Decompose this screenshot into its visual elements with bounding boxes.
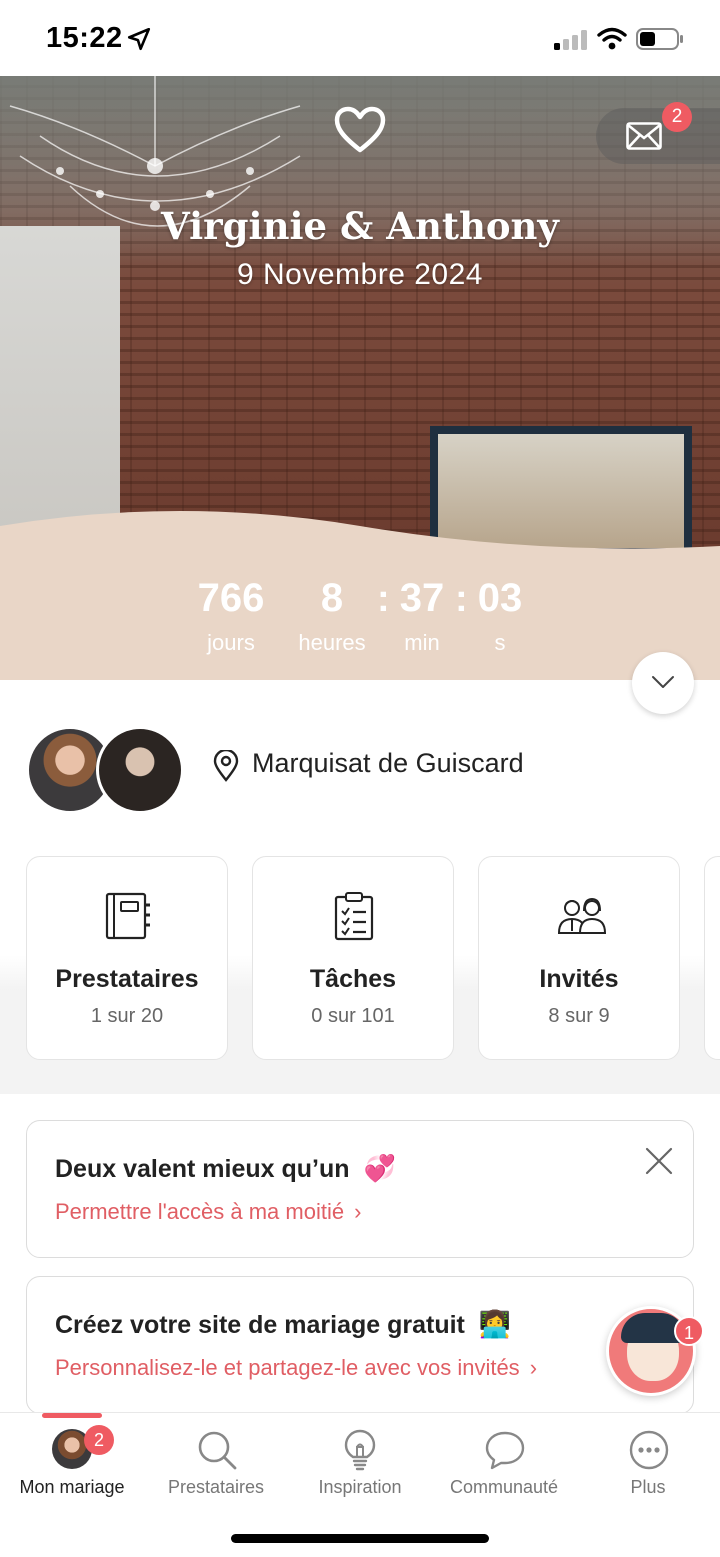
status-time: 15:22	[46, 22, 123, 54]
hero-banner: 2 Virginie & Anthony 9 Novembre 2024 766…	[0, 76, 720, 680]
tab-mon-mariage[interactable]: 2 Mon mariage	[0, 1413, 144, 1513]
tab-label: Mon mariage	[19, 1477, 125, 1497]
location-arrow-icon	[127, 27, 151, 51]
battery-icon	[636, 28, 683, 50]
expand-hero-button[interactable]	[632, 652, 694, 714]
stat-title: Prestataires	[55, 965, 199, 993]
tab-badge: 2	[84, 1425, 114, 1455]
stat-title: Invités	[539, 965, 619, 993]
tab-plus[interactable]: Plus	[576, 1413, 720, 1513]
chevron-down-icon	[652, 676, 674, 688]
heart-logo-icon	[334, 106, 386, 153]
wedding-date: 9 Novembre 2024	[237, 258, 483, 291]
guests-icon	[557, 897, 607, 934]
assistant-badge: 1	[674, 1316, 704, 1346]
tab-label: Plus	[630, 1477, 666, 1497]
countdown: 766 jours 8 heures : 37 min : 03 s	[0, 576, 720, 666]
partner-access-link[interactable]: Permettre l'accès à ma moitié ›	[55, 1199, 361, 1225]
wifi-icon	[597, 27, 627, 50]
mail-icon	[626, 122, 662, 150]
countdown-seconds: 03	[477, 576, 523, 620]
tab-inspiration[interactable]: Inspiration	[288, 1413, 432, 1513]
promo-title: Deux valent mieux qu’un 💞	[55, 1153, 396, 1184]
tab-label: Inspiration	[318, 1477, 402, 1497]
chevron-right-icon: ›	[354, 1199, 362, 1224]
stat-subtitle: 8 sur 9	[548, 1005, 610, 1027]
checklist-icon	[334, 892, 374, 941]
active-tab-indicator	[42, 1413, 102, 1418]
messages-button[interactable]: 2	[596, 102, 720, 164]
promo-link-text: Personnalisez-le et partagez-le avec vos…	[55, 1355, 520, 1380]
more-icon	[629, 1430, 669, 1470]
chevron-right-icon: ›	[529, 1355, 538, 1380]
location-pin-icon	[213, 750, 239, 782]
lightbulb-icon	[344, 1429, 376, 1471]
tab-communaute[interactable]: Communauté	[432, 1413, 576, 1513]
countdown-hours-label: heures	[298, 630, 366, 655]
countdown-days-label: jours	[207, 630, 255, 655]
countdown-seconds-label: s	[494, 630, 506, 655]
woman-laptop-emoji-icon: 👩‍💻	[478, 1309, 512, 1339]
tab-label: Communauté	[449, 1477, 559, 1497]
notebook-icon	[105, 892, 150, 940]
chat-bubble-icon	[485, 1431, 525, 1470]
stat-card-prestataires[interactable]: Prestataires 1 sur 20	[26, 856, 228, 1060]
cellular-signal-icon	[554, 30, 587, 50]
search-icon	[198, 1431, 237, 1470]
couple-names: Virginie & Anthony	[161, 204, 559, 248]
couple-avatars[interactable]	[26, 726, 186, 816]
venue-name[interactable]: Marquisat de Guiscard	[252, 748, 524, 779]
messages-badge: 2	[662, 102, 692, 132]
countdown-hours: 8	[320, 576, 344, 620]
countdown-days: 766	[197, 576, 265, 620]
promo-link-text: Permettre l'accès à ma moitié	[55, 1199, 345, 1224]
tab-label: Prestataires	[167, 1477, 265, 1497]
stat-card-invites[interactable]: Invités 8 sur 9	[478, 856, 680, 1060]
wedding-website-link[interactable]: Personnalisez-le et partagez-le avec vos…	[55, 1355, 537, 1381]
promo-title-text: Créez votre site de mariage gratuit	[55, 1311, 465, 1339]
promo-card-partner-access[interactable]: Deux valent mieux qu’un 💞 Permettre l'acc…	[26, 1120, 694, 1258]
status-bar: 15:22	[0, 0, 720, 76]
stat-subtitle: 1 sur 20	[90, 1005, 164, 1027]
home-indicator	[231, 1534, 489, 1543]
stat-subtitle: 0 sur 101	[311, 1005, 395, 1027]
close-icon[interactable]	[645, 1147, 673, 1175]
promo-title-text: Deux valent mieux qu’un	[55, 1155, 350, 1183]
promo-card-wedding-website[interactable]: Créez votre site de mariage gratuit 👩‍💻 P…	[26, 1276, 694, 1414]
promo-title: Créez votre site de mariage gratuit 👩‍💻	[55, 1309, 511, 1340]
avatar-groom	[96, 726, 184, 814]
stat-card-taches[interactable]: Tâches 0 sur 101	[252, 856, 454, 1060]
hearts-emoji-icon: 💞	[363, 1153, 396, 1183]
stat-title: Tâches	[309, 965, 397, 993]
stat-card-next[interactable]	[704, 856, 720, 1060]
tab-prestataires[interactable]: Prestataires	[144, 1413, 288, 1513]
